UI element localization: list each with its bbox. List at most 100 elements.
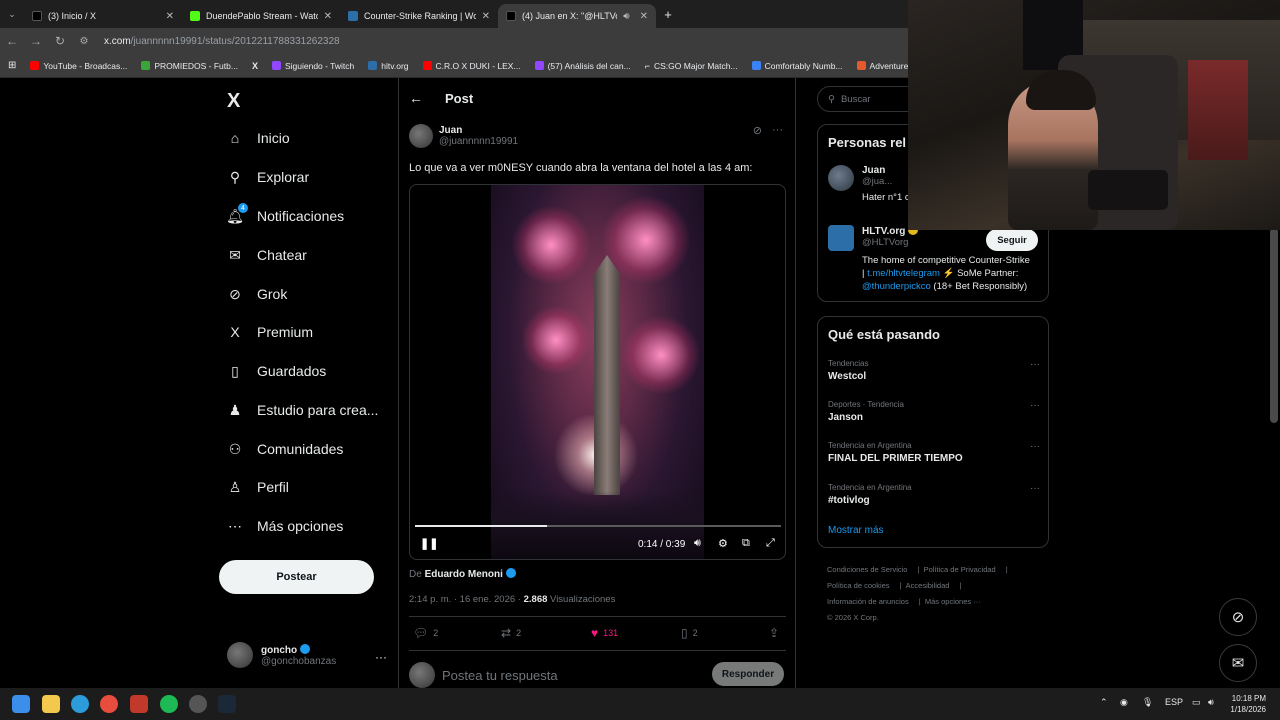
close-tab-icon[interactable]: ✕ [640, 11, 648, 22]
nav-item-perfil[interactable]: ♙ Perfil [227, 479, 289, 496]
reply-button[interactable]: 💬︎ 2 [413, 626, 438, 640]
footer-link[interactable]: Accesibilidad [906, 581, 950, 590]
nav-item-premium[interactable]: X Premium [227, 324, 313, 340]
video-frame[interactable] [491, 185, 704, 559]
back-arrow-icon[interactable]: ← [0, 34, 24, 48]
bio-link[interactable]: @thunderpickco [862, 281, 931, 292]
browser-tab-inicio[interactable]: (3) Inicio / X ✕ [24, 4, 182, 28]
bio-link[interactable]: t.me/hltvtelegram [867, 268, 940, 279]
spotify-icon[interactable] [160, 695, 178, 713]
more-dots-icon[interactable]: ··· [1030, 441, 1040, 452]
video-player[interactable]: ❚❚ 0:14 / 0:39 🔊︎ ⚙ ⧉ ⤢ [409, 184, 786, 560]
footer-link[interactable]: Política de cookies [827, 581, 890, 590]
post-author[interactable]: Juan @juannnnn19991 [409, 124, 518, 148]
hltv-avatar[interactable] [828, 225, 854, 251]
back-arrow-icon[interactable]: ← [409, 90, 423, 106]
bookmark-x[interactable]: X [252, 61, 258, 71]
bookmark-analisis[interactable]: (57) Análisis del can... [534, 61, 631, 71]
avatar[interactable] [409, 124, 433, 148]
forward-arrow-icon[interactable]: → [24, 34, 48, 48]
more-dots-icon[interactable]: ··· [1030, 483, 1040, 494]
nav-item-grok[interactable]: ⊘ Grok [227, 286, 287, 303]
apps-grid-icon[interactable]: ⊞ [8, 60, 16, 71]
pause-icon[interactable]: ❚❚ [420, 537, 438, 550]
bookmark-hltv[interactable]: hltv.org [368, 61, 409, 71]
footer-link[interactable]: Información de anuncios [827, 597, 909, 606]
bookmark-cro-duki[interactable]: C.R.O X DUKI - LEX... [422, 61, 521, 71]
nav-item-chatear[interactable]: ✉ Chatear [227, 247, 307, 264]
browser-tab-hltv[interactable]: Counter-Strike Ranking | World ✕ [340, 4, 498, 28]
app-icon[interactable] [130, 695, 148, 713]
tray-chevron-icon[interactable]: ⌃ [1100, 697, 1108, 708]
nav-item-comunidades[interactable]: ⚇ Comunidades [227, 441, 344, 458]
bookmark-csgo-major[interactable]: ⌐ CS:GO Major Match... [645, 61, 738, 71]
video-progress-bar[interactable] [415, 525, 781, 527]
footer-link[interactable]: Condiciones de Servicio [827, 565, 907, 574]
steam-icon[interactable] [218, 695, 236, 713]
fullscreen-icon[interactable]: ⤢ [766, 537, 775, 550]
nav-item-explorar[interactable]: ⚲ Explorar [227, 169, 309, 186]
bookmark-youtube[interactable]: YouTube - Broadcas... [30, 61, 127, 71]
share-button[interactable]: ⇪ [769, 626, 779, 640]
nav-item-m-s-opciones[interactable]: ⋯ Más opciones [227, 518, 343, 535]
author-handle[interactable]: @juannnnn19991 [439, 136, 518, 147]
pip-icon[interactable]: ⧉ [742, 537, 750, 550]
url-field[interactable]: x.com/juannnnn19991/status/2012211788331… [104, 36, 340, 47]
close-tab-icon[interactable]: ✕ [166, 11, 174, 22]
reply-input[interactable]: Postea tu respuesta [442, 668, 558, 683]
bookmark-twitch[interactable]: Siguiendo - Twitch [271, 61, 354, 71]
tray-steam-icon[interactable]: ◉ [1120, 697, 1128, 708]
display-icon[interactable]: ▭ [1192, 697, 1201, 708]
x-logo-icon[interactable]: X [227, 90, 240, 113]
more-dots-icon[interactable]: ··· [375, 650, 387, 664]
source-name[interactable]: Eduardo Menoni [425, 569, 503, 580]
edge-icon[interactable] [71, 695, 89, 713]
windows-start-icon[interactable] [12, 695, 30, 713]
file-explorer-icon[interactable] [42, 695, 60, 713]
volume-icon[interactable]: 🔊︎ [694, 537, 701, 550]
close-tab-icon[interactable]: ✕ [482, 11, 490, 22]
speaker-icon[interactable]: 🔊︎ [623, 11, 629, 22]
repost-button[interactable]: ⇄ 2 [501, 626, 521, 640]
avatar[interactable] [828, 165, 854, 191]
trend-item[interactable]: Deportes · Tendencia Janson ··· [828, 400, 1040, 423]
post-button[interactable]: Postear [219, 560, 374, 594]
trend-item[interactable]: Tendencia en Argentina #totivlog ··· [828, 483, 1040, 506]
close-tab-icon[interactable]: ✕ [324, 11, 332, 22]
microphone-icon[interactable]: 🎙︎ [1142, 697, 1153, 708]
account-switcher[interactable]: goncho @gonchobanzas ··· [227, 642, 387, 668]
post-timestamp[interactable]: 2:14 p. m. · 16 ene. 2026 · [409, 594, 521, 605]
follow-button[interactable]: Seguir [986, 229, 1038, 251]
trend-item[interactable]: Tendencia en Argentina FINAL DEL PRIMER T… [828, 441, 1040, 464]
chrome-icon[interactable] [100, 695, 118, 713]
tab-search-icon[interactable]: ⌄ [0, 9, 24, 20]
nav-item-notificaciones[interactable]: 🔔︎ 4 Notificaciones [226, 203, 344, 224]
author-name[interactable]: Juan [439, 125, 518, 136]
volume-icon[interactable]: 🔊︎ [1208, 697, 1214, 708]
bookmark-button[interactable]: ▯ 2 [681, 626, 698, 640]
trend-item[interactable]: Tendencias Westcol ··· [828, 359, 1040, 382]
show-more-link[interactable]: Mostrar más [828, 525, 884, 536]
footer-more-link[interactable]: Más opciones ··· [925, 597, 981, 606]
scrollbar[interactable] [1270, 228, 1278, 423]
bookmark-promiedos[interactable]: PROMIEDOS - Futb... [141, 61, 238, 71]
new-tab-button[interactable]: + [656, 7, 680, 22]
browser-tab-kick[interactable]: DuendePablo Stream - Watch L ✕ [182, 4, 340, 28]
nav-item-inicio[interactable]: ⌂ Inicio [227, 130, 290, 146]
nav-item-guardados[interactable]: ▯ Guardados [227, 363, 326, 380]
reload-icon[interactable]: ↻ [48, 34, 72, 48]
more-dots-icon[interactable]: ··· [1030, 359, 1040, 370]
grok-fab-button[interactable]: ⊘ [1219, 598, 1257, 636]
app-icon[interactable] [189, 695, 207, 713]
grok-icon[interactable]: ⊘ [753, 124, 762, 137]
site-info-icon[interactable]: ⚙ [72, 36, 96, 47]
footer-link[interactable]: Política de Privacidad [924, 565, 996, 574]
messages-fab-button[interactable]: ✉ [1219, 644, 1257, 682]
browser-tab-juan[interactable]: (4) Juan en X: "@HLTVorg L 🔊︎ ✕ [498, 4, 656, 28]
more-dots-icon[interactable]: ··· [772, 124, 783, 137]
more-dots-icon[interactable]: ··· [1030, 400, 1040, 411]
bookmark-comfortably-numb[interactable]: Comfortably Numb... [751, 61, 843, 71]
system-clock[interactable]: 10:18 PM 1/18/2026 [1230, 693, 1266, 715]
settings-icon[interactable]: ⚙ [718, 537, 728, 550]
like-button[interactable]: ♥ 131 [591, 626, 618, 640]
